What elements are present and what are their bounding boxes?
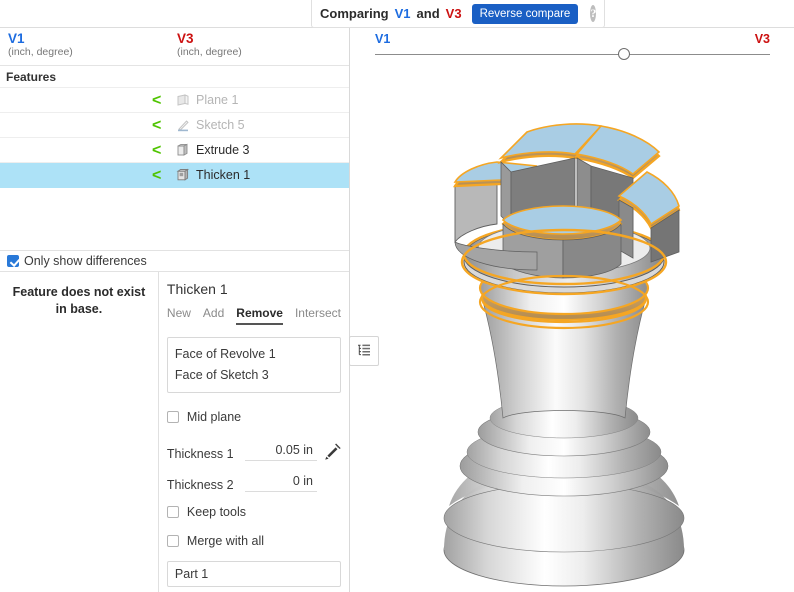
rook-base	[444, 398, 684, 586]
onshape-compare-window: Comparing V1 and V3 Reverse compare ? V1…	[0, 0, 794, 592]
part-name-field[interactable]: Part 1	[167, 561, 341, 587]
version-column-v1-name: V1	[8, 31, 73, 46]
only-show-differences-checkbox[interactable]	[7, 255, 19, 267]
reverse-compare-button[interactable]: Reverse compare	[472, 4, 579, 24]
dialog-title: Thicken 1	[167, 281, 341, 297]
slider-label-v3: V3	[755, 32, 770, 46]
face-selection-list[interactable]: Face of Revolve 1 Face of Sketch 3	[167, 337, 341, 393]
thicken-icon	[176, 168, 190, 182]
thicken-dialog: Thicken 1 New Add Remove Intersect Face …	[159, 272, 349, 592]
selection-item: Face of Sketch 3	[175, 365, 333, 386]
compare-version-b: V3	[446, 6, 462, 21]
diff-arrow-icon: <	[152, 166, 161, 185]
flip-direction-icon[interactable]	[323, 443, 341, 461]
comparison-panel: V1 (inch, degree) V3 (inch, degree) Feat…	[0, 27, 350, 592]
feature-row-plane-1[interactable]: < Plane 1	[0, 88, 349, 113]
diff-arrow-icon: <	[152, 116, 161, 135]
slider-label-v1: V1	[375, 32, 390, 46]
tab-add[interactable]: Add	[203, 306, 224, 325]
feature-detail-comparison: Feature does not exist in base. Thicken …	[0, 272, 349, 592]
mid-plane-row[interactable]: Mid plane	[167, 406, 341, 428]
version-column-v3: V3 (inch, degree)	[177, 31, 242, 59]
extrude-icon	[176, 143, 190, 157]
mid-plane-label: Mid plane	[187, 410, 241, 424]
thickness-1-label: Thickness 1	[167, 447, 239, 461]
thickness-2-row: Thickness 2 0 in	[167, 466, 341, 492]
version-slider[interactable]: V1 V3	[375, 32, 770, 66]
slider-handle[interactable]	[618, 48, 630, 60]
feature-label: Extrude 3	[196, 138, 250, 163]
chess-rook-model	[351, 66, 794, 592]
version-column-v3-name: V3	[177, 31, 242, 46]
merge-with-all-label: Merge with all	[187, 534, 264, 548]
feature-list-button[interactable]	[349, 336, 379, 366]
feature-list-icon	[356, 342, 372, 361]
comparing-label: Comparing	[320, 6, 389, 21]
version-column-v1: V1 (inch, degree)	[8, 31, 73, 59]
sketch-icon	[176, 118, 190, 132]
thickness-1-input[interactable]: 0.05 in	[245, 443, 317, 461]
keep-tools-row[interactable]: Keep tools	[167, 501, 341, 523]
merge-with-all-row[interactable]: Merge with all	[167, 530, 341, 552]
feature-row-sketch-5[interactable]: < Sketch 5	[0, 113, 349, 138]
operation-tabs: New Add Remove Intersect	[167, 306, 341, 325]
plane-icon	[176, 93, 190, 107]
keep-tools-checkbox[interactable]	[167, 506, 179, 518]
version-column-v1-units: (inch, degree)	[8, 46, 73, 59]
only-show-differences-label: Only show differences	[24, 254, 147, 268]
tab-new[interactable]: New	[167, 306, 191, 325]
graphics-viewport-panel: V1 V3	[351, 27, 794, 592]
feature-label: Plane 1	[196, 88, 238, 113]
question-mark-icon[interactable]: ?	[590, 5, 596, 22]
feature-label: Sketch 5	[196, 113, 245, 138]
feature-label: Thicken 1	[196, 163, 250, 188]
keep-tools-label: Keep tools	[187, 505, 246, 519]
selection-item: Face of Revolve 1	[175, 344, 333, 365]
features-section-header: Features	[0, 66, 349, 88]
diff-arrow-icon: <	[152, 141, 161, 160]
mid-plane-checkbox[interactable]	[167, 411, 179, 423]
thickness-2-label: Thickness 2	[167, 478, 239, 492]
feature-row-extrude-3[interactable]: < Extrude 3	[0, 138, 349, 163]
and-label: and	[417, 6, 440, 21]
base-version-detail: Feature does not exist in base.	[0, 272, 159, 592]
thickness-2-spacer	[323, 474, 341, 492]
only-show-differences-row[interactable]: Only show differences	[0, 250, 349, 272]
feature-diff-list: < Plane 1 < Sketch 5	[0, 88, 349, 250]
thickness-2-input[interactable]: 0 in	[245, 474, 317, 492]
feature-row-thicken-1[interactable]: < Thicken 1	[0, 163, 349, 188]
tab-remove[interactable]: Remove	[236, 306, 283, 325]
thickness-1-row: Thickness 1 0.05 in	[167, 435, 341, 461]
version-column-headers: V1 (inch, degree) V3 (inch, degree)	[0, 28, 349, 66]
version-column-v3-units: (inch, degree)	[177, 46, 242, 59]
diff-arrow-icon: <	[152, 91, 161, 110]
compare-version-a: V1	[395, 6, 411, 21]
slider-track[interactable]	[375, 54, 770, 55]
feature-missing-message: Feature does not exist in base.	[8, 284, 150, 318]
compare-toolbar: Comparing V1 and V3 Reverse compare ?	[311, 0, 605, 28]
feature-list-empty-space	[0, 188, 349, 250]
merge-with-all-checkbox[interactable]	[167, 535, 179, 547]
model-viewport[interactable]	[351, 66, 794, 592]
tab-intersect[interactable]: Intersect	[295, 306, 341, 325]
